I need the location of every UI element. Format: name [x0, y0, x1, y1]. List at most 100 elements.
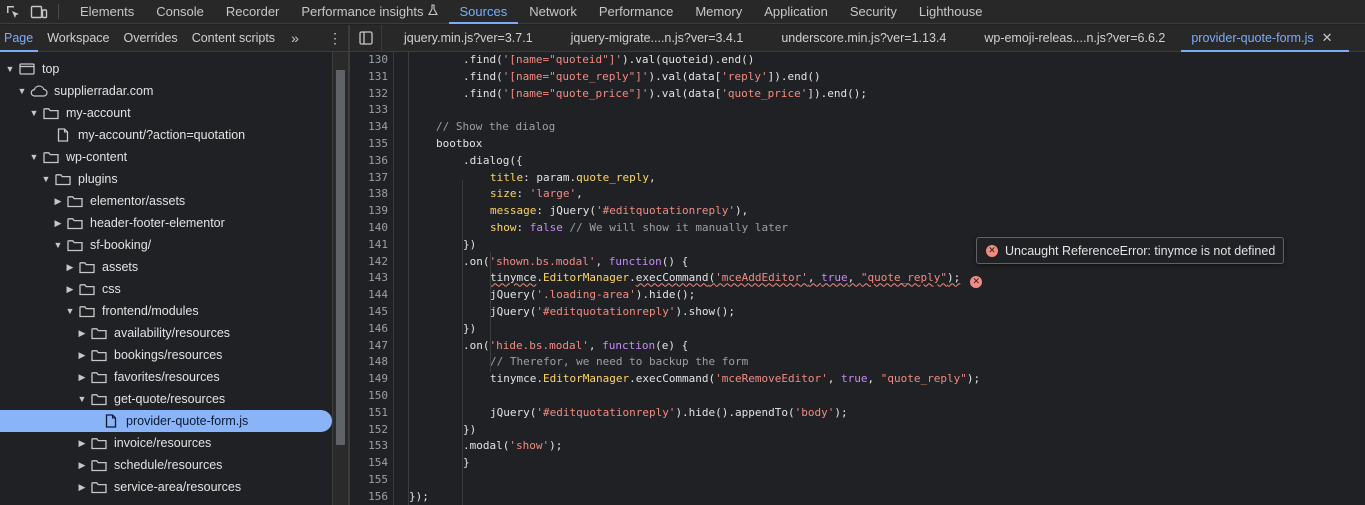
line-number[interactable]: 149: [350, 371, 388, 388]
chevron-right-icon[interactable]: ▶: [76, 438, 88, 449]
chevron-right-icon[interactable]: ▶: [76, 328, 88, 339]
line-number[interactable]: 131: [350, 69, 388, 86]
code-token: );: [947, 271, 961, 285]
line-number[interactable]: 152: [350, 422, 388, 439]
tree-node-supplierradar-com[interactable]: ▼ supplierradar.com: [0, 80, 332, 102]
editor-tab-provider-quote-form-js[interactable]: provider-quote-form.js ✕: [1181, 25, 1349, 52]
line-number[interactable]: 144: [350, 287, 388, 304]
nav-tab-content-scripts[interactable]: Content scripts: [187, 25, 284, 51]
chevron-right-icon[interactable]: ▶: [52, 196, 64, 207]
line-number[interactable]: 146: [350, 321, 388, 338]
line-number[interactable]: 133: [350, 102, 388, 119]
editor-tab-jquery-min-js-ver-3-7-1[interactable]: jquery.min.js?ver=3.7.1: [382, 25, 549, 51]
chevron-down-icon[interactable]: ▼: [16, 86, 28, 96]
chevron-right-icon[interactable]: ▶: [64, 262, 76, 273]
chevron-down-icon[interactable]: ▼: [28, 108, 40, 118]
tree-node-elementor-assets[interactable]: ▶ elementor/assets: [0, 190, 332, 212]
line-number[interactable]: 145: [350, 304, 388, 321]
tree-file-my-account-action-quotation[interactable]: my-account/?action=quotation: [0, 124, 332, 146]
tree-file-provider-quote-form-js[interactable]: provider-quote-form.js: [0, 410, 332, 432]
tab-console[interactable]: Console: [145, 0, 215, 23]
tree-node-schedule-resources[interactable]: ▶ schedule/resources: [0, 454, 332, 476]
chevron-down-icon[interactable]: ▼: [64, 306, 76, 316]
editor-tab-jquery-migrate-n-js-ver-3-4-1[interactable]: jquery-migrate....n.js?ver=3.4.1: [549, 25, 760, 51]
editor-tab-underscore-min-js-ver-1-13-4[interactable]: underscore.min.js?ver=1.13.4: [759, 25, 962, 51]
line-number[interactable]: 141: [350, 237, 388, 254]
tree-node-service-area-resources[interactable]: ▶ service-area/resources: [0, 476, 332, 498]
line-number[interactable]: 143: [350, 270, 388, 287]
tab-performance-insights[interactable]: Performance insights: [290, 0, 448, 23]
nav-tab-page[interactable]: Page: [0, 25, 42, 52]
tree-node-assets[interactable]: ▶ assets: [0, 256, 332, 278]
line-number[interactable]: 138: [350, 186, 388, 203]
nav-tab-overrides[interactable]: Overrides: [119, 25, 187, 51]
chevron-right-icon[interactable]: ▶: [76, 460, 88, 471]
line-number[interactable]: 134: [350, 119, 388, 136]
line-number[interactable]: 130: [350, 52, 388, 69]
line-number[interactable]: 154: [350, 455, 388, 472]
chevron-down-icon[interactable]: ▼: [40, 174, 52, 184]
nav-tab-workspace[interactable]: Workspace: [42, 25, 118, 51]
line-number[interactable]: 142: [350, 254, 388, 271]
toggle-navigator-icon[interactable]: [350, 25, 382, 51]
tree-node-favorites-resources[interactable]: ▶ favorites/resources: [0, 366, 332, 388]
chevron-down-icon[interactable]: ▼: [4, 64, 16, 74]
editor-tab-wp-emoji-releas-n-js-ver-6-6-2[interactable]: wp-emoji-releas....n.js?ver=6.6.2: [962, 25, 1181, 51]
tab-performance[interactable]: Performance: [588, 0, 684, 23]
tab-application[interactable]: Application: [753, 0, 839, 23]
tab-memory[interactable]: Memory: [684, 0, 753, 23]
tab-sources[interactable]: Sources: [448, 0, 519, 24]
tree-node-my-account[interactable]: ▼ my-account: [0, 102, 332, 124]
inspect-element-icon[interactable]: [0, 0, 26, 23]
line-number[interactable]: 140: [350, 220, 388, 237]
line-number[interactable]: 139: [350, 203, 388, 220]
line-number[interactable]: 151: [350, 405, 388, 422]
tree-node-availability-resources[interactable]: ▶ availability/resources: [0, 322, 332, 344]
tab-recorder[interactable]: Recorder: [215, 0, 290, 23]
tab-lighthouse[interactable]: Lighthouse: [908, 0, 994, 23]
more-tabs-icon[interactable]: »: [284, 25, 306, 51]
chevron-right-icon[interactable]: ▶: [52, 218, 64, 229]
line-number[interactable]: 156: [350, 489, 388, 505]
tree-node-bookings-resources[interactable]: ▶ bookings/resources: [0, 344, 332, 366]
close-tab-icon[interactable]: ✕: [1322, 30, 1333, 46]
scrollbar-thumb[interactable]: [336, 70, 345, 445]
device-toolbar-icon[interactable]: [26, 0, 52, 23]
chevron-right-icon[interactable]: ▶: [76, 482, 88, 493]
chevron-down-icon[interactable]: ▼: [76, 394, 88, 404]
line-number[interactable]: 150: [350, 388, 388, 405]
tree-node-frontend-modules[interactable]: ▼ frontend/modules: [0, 300, 332, 322]
code-token: ,: [588, 338, 603, 352]
line-number[interactable]: 147: [350, 338, 388, 355]
line-number[interactable]: 148: [350, 354, 388, 371]
tree-node-get-quote-resources[interactable]: ▼ get-quote/resources: [0, 388, 332, 410]
chevron-right-icon[interactable]: ▶: [76, 350, 88, 361]
line-number[interactable]: 135: [350, 136, 388, 153]
tab-security[interactable]: Security: [839, 0, 908, 23]
more-options-icon[interactable]: ⋮: [322, 25, 348, 51]
code-token: '#editquotationreply': [536, 305, 676, 318]
line-number[interactable]: 132: [350, 86, 388, 103]
line-number[interactable]: 153: [350, 438, 388, 455]
tree-node-top[interactable]: ▼ top: [0, 58, 332, 80]
tab-elements[interactable]: Elements: [69, 0, 145, 23]
code-editor[interactable]: 130 .find('[name="quoteid"]').val(quoteid…: [350, 52, 1365, 505]
tree-node-plugins[interactable]: ▼ plugins: [0, 168, 332, 190]
error-marker-icon[interactable]: ✕: [970, 275, 983, 288]
tree-node-sf-booking[interactable]: ▼ sf-booking/: [0, 234, 332, 256]
chevron-right-icon[interactable]: ▶: [64, 284, 76, 295]
line-number[interactable]: 155: [350, 472, 388, 489]
chevron-down-icon[interactable]: ▼: [28, 152, 40, 162]
chevron-right-icon[interactable]: ▶: [76, 372, 88, 383]
tree-node-css[interactable]: ▶ css: [0, 278, 332, 300]
code-text: .modal('show');: [463, 438, 562, 455]
tree-node-invoice-resources[interactable]: ▶ invoice/resources: [0, 432, 332, 454]
tab-network[interactable]: Network: [518, 0, 588, 23]
tree-node-wp-content[interactable]: ▼ wp-content: [0, 146, 332, 168]
chevron-down-icon[interactable]: ▼: [52, 240, 64, 250]
line-number[interactable]: 136: [350, 153, 388, 170]
tree-node-header-footer-elementor[interactable]: ▶ header-footer-elementor: [0, 212, 332, 234]
line-number[interactable]: 137: [350, 170, 388, 187]
folder-icon: [90, 348, 108, 362]
file-tree-scrollbar[interactable]: [332, 52, 348, 505]
